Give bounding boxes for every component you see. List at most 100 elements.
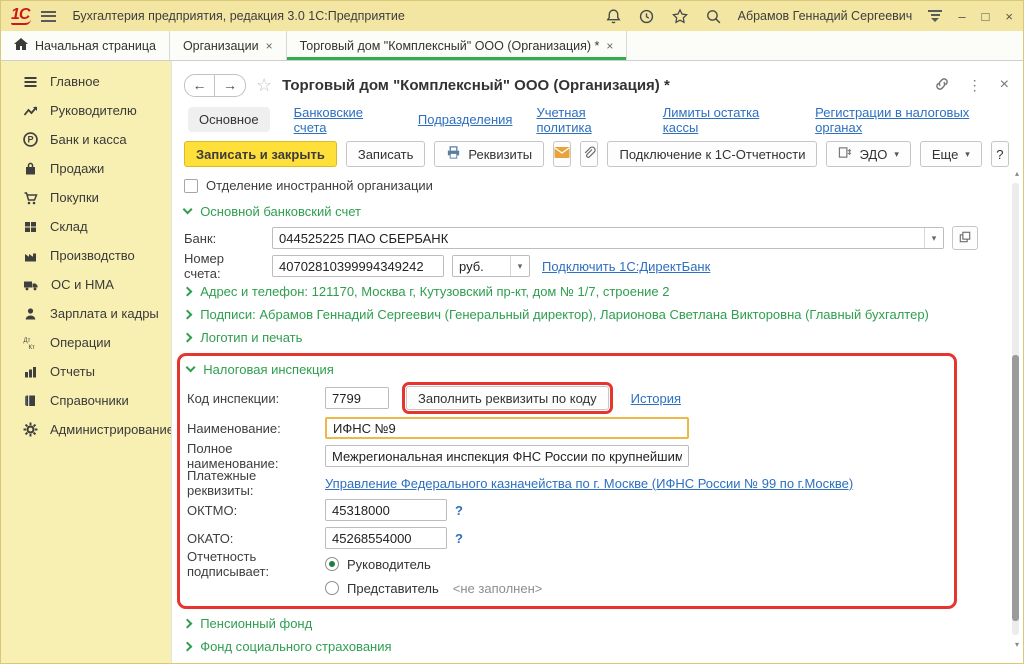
scrollbar-down-arrow[interactable]: ▾ [1015,640,1019,649]
radio-predstavitel-label: Представитель [347,581,439,596]
account-number-input[interactable] [272,255,444,277]
help-button[interactable]: ? [991,141,1009,167]
close-window-button[interactable]: × [1005,10,1013,23]
currency-input[interactable] [453,256,510,276]
okato-hint-icon[interactable]: ? [455,531,463,546]
fill-requisites-button[interactable]: Заполнить реквизиты по коду [406,386,609,410]
favorite-star-icon[interactable]: ☆ [256,75,272,96]
scrollbar-thumb[interactable] [1012,355,1019,621]
grid-icon [23,220,38,234]
bank-section-header[interactable]: Основной банковский счет [184,199,1009,224]
current-user[interactable]: Абрамов Геннадий Сергеевич [738,9,913,23]
nav-tab-uchetnaya-politika[interactable]: Учетная политика [536,105,638,135]
1c-logo-icon: 1С [11,7,31,25]
payment-requisites-row: Платежные реквизиты: Управление Федераль… [187,470,946,496]
oktmo-hint-icon[interactable]: ? [455,503,463,518]
nav-tab-osnovnoe[interactable]: Основное [188,107,270,132]
tab-close-icon[interactable]: × [266,39,273,53]
tab-home[interactable]: Начальная страница [1,31,170,60]
ruble-circle-icon: Р [23,132,38,147]
history-link[interactable]: История [631,391,681,406]
sidebar-item-administrirovanie[interactable]: Администрирование [1,415,171,444]
foreign-branch-label: Отделение иностранной организации [206,178,433,193]
radio-predstavitel[interactable] [325,581,339,595]
oktmo-input[interactable] [325,499,447,521]
social-insurance-section-header[interactable]: Фонд социального страхования [184,635,1009,658]
address-section-header[interactable]: Адрес и телефон: 121170, Москва г, Кутуз… [184,280,1009,303]
account-row: Номер счета: ▾ Подключить 1С:ДиректБанк [184,252,1009,280]
minimize-button[interactable]: – [958,10,965,23]
radio-rukovoditel-label: Руководитель [347,557,431,572]
tab-organization-card[interactable]: Торговый дом "Комплексный" ООО (Организа… [287,31,628,60]
dropdown-arrow-icon[interactable]: ▾ [510,256,529,276]
sidebar-item-rukovoditelyu[interactable]: Руководителю [1,96,171,125]
sidebar-item-proizvodstvo[interactable]: Производство [1,241,171,270]
get-link-icon[interactable] [934,76,950,95]
statistics-codes-section-header[interactable]: Коды статистики: ОКОПФ 12300, ОКФС 16, О… [184,658,1009,663]
sidebar-item-operatsii[interactable]: ДтКт Операции [1,328,171,357]
close-form-icon[interactable]: × [1000,76,1009,94]
sidebar-item-sklad[interactable]: Склад [1,212,171,241]
chevron-expanded-icon [183,204,193,214]
search-icon[interactable] [705,8,722,25]
attachments-button[interactable] [580,141,598,167]
connect-1c-reporting-button[interactable]: Подключение к 1С-Отчетности [607,141,817,167]
sidebar-item-zarplata-i-kadry[interactable]: Зарплата и кадры [1,299,171,328]
foreign-branch-checkbox[interactable] [184,179,198,193]
nav-tab-limity-ostatka-kassy[interactable]: Лимиты остатка кассы [663,105,791,135]
favorites-star-icon[interactable] [671,8,689,25]
tab-close-icon[interactable]: × [606,39,613,53]
sidebar-item-bank-i-kassa[interactable]: Р Банк и касса [1,125,171,154]
sidebar-item-os-i-nma[interactable]: ОС и НМА [1,270,171,299]
open-bank-button[interactable] [952,226,978,250]
more-menu-icon[interactable]: ⋮ [968,77,982,94]
nav-tab-registratsii[interactable]: Регистрации в налоговых органах [815,105,1009,135]
inspection-name-input[interactable] [325,417,689,439]
tax-section-header[interactable]: Налоговая инспекция [187,357,946,382]
notifications-bell-icon[interactable] [605,8,622,25]
dropdown-arrow-icon[interactable]: ▾ [924,228,943,248]
requisites-button[interactable]: Реквизиты [434,141,544,167]
service-menu-icon[interactable] [928,10,942,22]
inspection-code-input[interactable] [325,387,389,409]
chevron-collapsed-icon [183,641,193,651]
radio-rukovoditel[interactable] [325,557,339,571]
payment-requisites-link[interactable]: Управление Федерального казначейства по … [325,476,853,491]
sidebar-item-spravochniki[interactable]: Справочники [1,386,171,415]
maximize-button[interactable]: □ [982,10,990,23]
send-email-button[interactable] [553,141,571,167]
tab-organizations[interactable]: Организации × [170,31,287,60]
forward-button[interactable]: → [215,74,246,97]
bank-label: Банк: [184,231,264,246]
chevron-collapsed-icon [183,332,193,342]
app-title: Бухгалтерия предприятия, редакция 3.0 1С… [72,9,404,23]
directbank-link[interactable]: Подключить 1С:ДиректБанк [542,259,710,274]
save-button[interactable]: Записать [346,141,426,167]
save-and-close-button[interactable]: Записать и закрыть [184,141,337,167]
pension-fund-section-header[interactable]: Пенсионный фонд [184,612,1009,635]
bank-input[interactable] [273,228,924,248]
svg-text:Кт: Кт [29,345,35,350]
main-menu-icon[interactable] [41,11,56,22]
inspection-code-label: Код инспекции: [187,391,317,406]
oktmo-label: ОКТМО: [187,503,317,518]
sidebar-item-prodazhi[interactable]: Продажи [1,154,171,183]
scrollbar-up-arrow[interactable]: ▴ [1015,169,1019,178]
sidebar-item-otchety[interactable]: Отчеты [1,357,171,386]
fill-button-annotation-box: Заполнить реквизиты по коду [402,382,613,414]
form-header: ← → ☆ Торговый дом "Комплексный" ООО (Ор… [184,67,1009,103]
home-icon [14,38,28,54]
history-icon[interactable] [638,8,655,25]
sidebar-item-pokupki[interactable]: Покупки [1,183,171,212]
nav-tab-podrazdeleniya[interactable]: Подразделения [418,112,513,127]
signatures-section-header[interactable]: Подписи: Абрамов Геннадий Сергеевич (Ген… [184,303,1009,326]
logo-stamp-section-header[interactable]: Логотип и печать [184,326,1009,349]
okato-input[interactable] [325,527,447,549]
edo-button[interactable]: ЭДО ▾ [826,141,910,167]
bank-combo: ▾ [272,227,944,249]
inspection-full-name-input[interactable] [325,445,689,467]
back-button[interactable]: ← [184,74,215,97]
sidebar-item-glavnoe[interactable]: Главное [1,67,171,96]
nav-tab-bankovskie-scheta[interactable]: Банковские счета [294,105,394,135]
more-actions-button[interactable]: Еще ▾ [920,141,982,167]
